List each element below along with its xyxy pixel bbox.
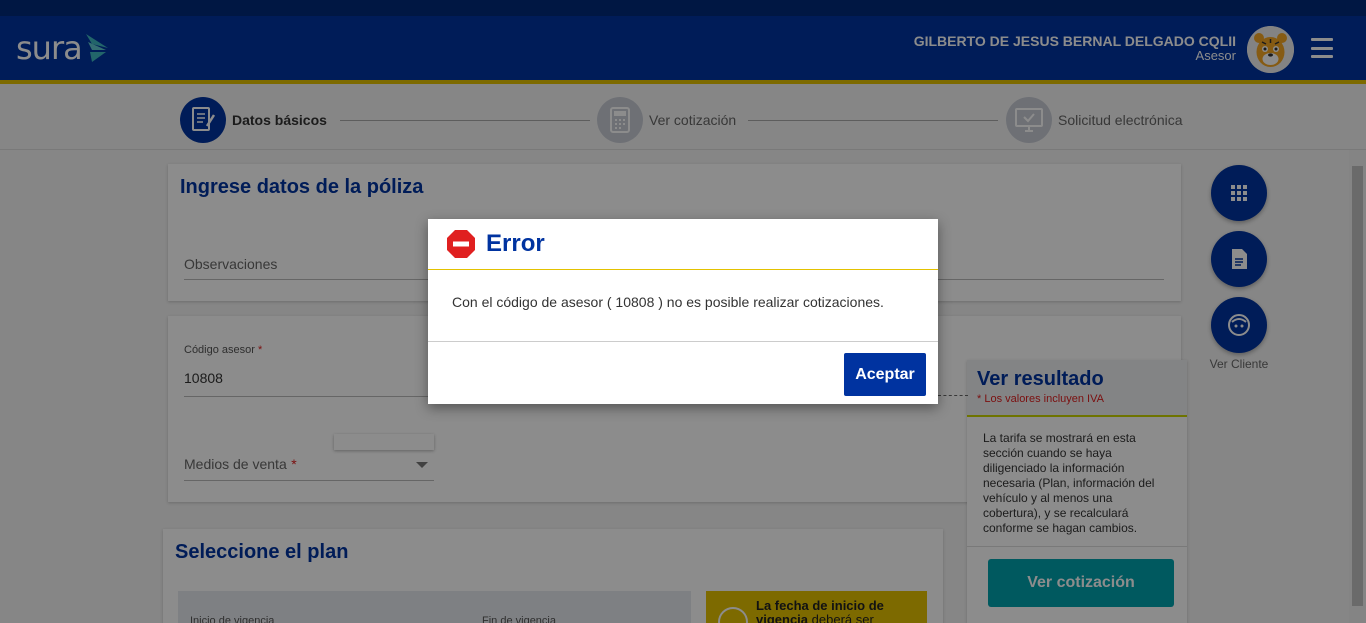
dialog-message: Con el código de asesor ( 10808 ) no es …: [428, 270, 938, 342]
aceptar-button[interactable]: Aceptar: [844, 353, 926, 396]
dialog-title: Error: [486, 230, 545, 257]
stop-error-icon: [447, 230, 475, 258]
dialog-header: Error: [428, 219, 938, 270]
error-dialog: Error Con el código de asesor ( 10808 ) …: [428, 219, 938, 404]
